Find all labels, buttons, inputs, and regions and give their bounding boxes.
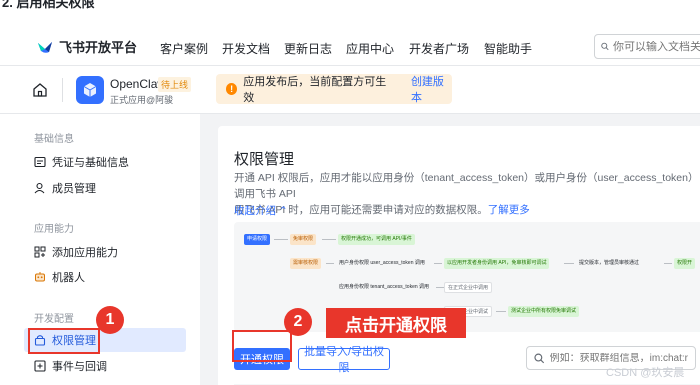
flow-review: 需审核权限 xyxy=(290,258,322,269)
event-icon xyxy=(34,360,46,372)
sidebar-section-dev-config: 开发配置 xyxy=(34,314,74,325)
credential-icon xyxy=(34,156,46,168)
search-icon xyxy=(534,353,545,363)
flow-test-free: 测试企业中所有权限免审调试 xyxy=(508,306,580,317)
flow-app-identity: 应用身份权限 tenant_access_token 调用 xyxy=(339,284,430,290)
sidebar-item-credentials[interactable]: 凭证与基础信息 xyxy=(24,150,186,174)
intro-line-1: 开通 API 权限后，应用才能以应用身份（tenant_access_token… xyxy=(234,172,699,200)
flow-apply: 申请权限 xyxy=(244,234,271,245)
nav-dev-docs[interactable]: 开发文档 xyxy=(222,40,270,57)
add-capability-icon xyxy=(34,246,46,258)
home-icon[interactable] xyxy=(32,82,48,98)
divider xyxy=(62,78,63,102)
collapse-intro-link[interactable]: 收起介绍 ⌃ xyxy=(234,203,288,218)
nav-app-center[interactable]: 应用中心 xyxy=(346,40,394,57)
nav-ai-assistant[interactable]: 智能助手 xyxy=(484,40,532,57)
sidebar-item-robot[interactable]: 机器人 xyxy=(24,265,186,289)
app-icon xyxy=(76,76,104,104)
page-caption: 2. 启用相关权限 xyxy=(2,0,95,10)
nav-changelog[interactable]: 更新日志 xyxy=(284,40,332,57)
sidebar-item-add-capability[interactable]: 添加应用能力 xyxy=(24,240,186,264)
sidebar-item-members[interactable]: 成员管理 xyxy=(24,176,186,200)
watermark: CSDN @玖安晨 xyxy=(606,367,685,379)
sidebar-item-events[interactable]: 事件与回调 xyxy=(24,354,186,378)
sidebar-section-capabilities: 应用能力 xyxy=(34,224,74,235)
doc-search-input[interactable] xyxy=(613,40,700,53)
step-1-marker: 1 xyxy=(96,306,124,334)
flow-grant-free: 免审权限 xyxy=(290,234,317,245)
step-2-marker: 2 xyxy=(284,308,312,336)
nav-customer-cases[interactable]: 客户案例 xyxy=(160,40,208,57)
brand-logo[interactable]: 飞书开放平台 xyxy=(36,37,137,56)
permission-search-input[interactable] xyxy=(549,352,695,364)
status-badge: 待上线 xyxy=(158,77,192,92)
search-icon xyxy=(601,42,609,51)
top-navigation: 飞书开放平台 客户案例 开发文档 更新日志 应用中心 开发者广场 智能助手 xyxy=(0,26,700,66)
robot-icon xyxy=(34,271,46,283)
app-subtitle: 正式应用@阿骏 xyxy=(110,95,174,105)
cube-icon xyxy=(83,83,97,97)
flow-grant-success-2: 权限开 xyxy=(674,258,696,269)
warning-icon: ! xyxy=(226,83,238,95)
sidebar-item-label: 添加应用能力 xyxy=(52,247,118,259)
sidebar-item-label: 事件与回调 xyxy=(52,361,107,373)
intro-text: 开通 API 权限后，应用才能以应用身份（tenant_access_token… xyxy=(234,170,700,218)
sidebar-item-label: 机器人 xyxy=(52,272,85,284)
learn-more-link[interactable]: 了解更多 xyxy=(488,204,530,216)
flow-submit: 提交版本，管理员审核通过 xyxy=(579,260,640,266)
highlight-enable-button xyxy=(232,330,292,362)
sidebar-section-basic: 基础信息 xyxy=(34,134,74,145)
feishu-logo-icon xyxy=(38,41,52,53)
app-bar: OpenClaw 待上线 正式应用@阿骏 ! 应用发布后，当前配置方可生效 创建… xyxy=(0,66,700,114)
page-title: 权限管理 xyxy=(234,151,295,168)
batch-import-export-button[interactable]: 批量导入/导出权限 xyxy=(298,346,390,374)
flow-user-identity: 用户身份权限 user_access_token 调用 xyxy=(339,260,425,266)
notice-text: 应用发布后，当前配置方可生效 xyxy=(243,76,387,104)
flow-prod-call: 在正式企业中调用 xyxy=(444,282,493,293)
doc-search[interactable] xyxy=(594,34,700,59)
sidebar-item-label: 成员管理 xyxy=(52,183,96,195)
flow-test-enterprise: 以应用开发者身份调用 API，免审核即可调试 xyxy=(444,258,550,269)
highlight-permission-menu xyxy=(28,328,100,354)
step-2-label: 点击开通权限 xyxy=(326,308,466,338)
nav-dev-plaza[interactable]: 开发者广场 xyxy=(409,40,469,57)
flow-grant-success: 权限开通成功，可调用 API/事件 xyxy=(338,234,415,245)
member-icon xyxy=(34,182,46,194)
brand-name: 飞书开放平台 xyxy=(59,40,138,55)
create-version-link[interactable]: 创建版本 xyxy=(411,73,452,105)
publish-notice: ! 应用发布后，当前配置方可生效 创建版本 xyxy=(216,74,452,104)
sidebar-item-label: 凭证与基础信息 xyxy=(52,157,129,169)
